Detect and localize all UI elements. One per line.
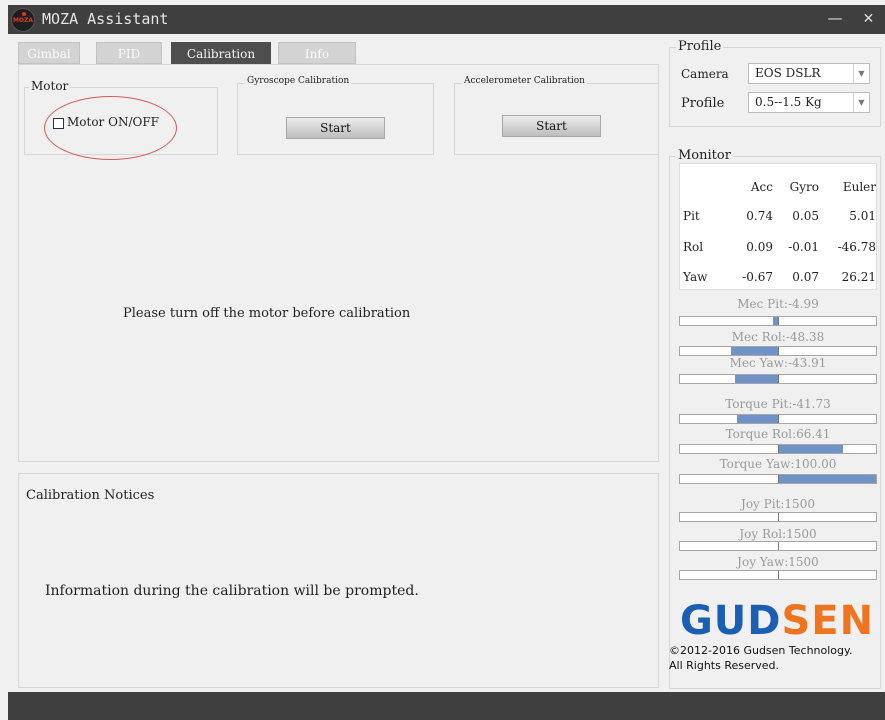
monitor-bar-label: Mec Rol:-48.38 — [731, 330, 825, 344]
column-header: Acc — [750, 180, 773, 194]
table-cell: 0.07 — [792, 270, 819, 284]
monitor-bar — [679, 374, 877, 384]
calibration-message: Please turn off the motor before calibra… — [123, 306, 411, 321]
monitor-bar-center-tick — [778, 542, 779, 550]
gudsen-logo-text: GUDSEN — [680, 598, 874, 640]
monitor-bar-label: Joy Rol:1500 — [739, 527, 817, 541]
status-bar — [8, 692, 885, 720]
tab-info[interactable]: Info — [278, 42, 356, 64]
gudsen-logo: GUDSEN — [680, 598, 874, 640]
row-label-yaw: Yaw — [683, 270, 708, 284]
monitor-group-label: Monitor — [676, 148, 733, 163]
table-cell: 0.05 — [792, 209, 819, 223]
monitor-bar — [679, 570, 877, 580]
monitor-bar-label: Mec Yaw:-43.91 — [729, 356, 827, 370]
profile-group-label: Profile — [676, 39, 724, 54]
monitor-bar-label: Torque Pit:-41.73 — [725, 397, 831, 411]
row-label-pit: Pit — [683, 209, 700, 223]
camera-select[interactable]: EOS DSLR ▼ — [748, 63, 870, 84]
profile-group — [669, 47, 881, 127]
copyright-line2: All Rights Reserved. — [669, 659, 780, 672]
monitor-bar — [679, 414, 877, 424]
title-bar: MOZA MOZA Assistant — ✕ — [8, 5, 885, 34]
profile-label: Profile — [681, 96, 725, 111]
monitor-bar-fill — [737, 415, 778, 423]
monitor-bar — [679, 474, 877, 484]
profile-select-value: 0.5--1.5 Kg — [755, 95, 822, 109]
notices-title: Calibration Notices — [26, 488, 155, 503]
table-cell: 5.01 — [849, 209, 876, 223]
monitor-bar-center-tick — [778, 347, 779, 355]
monitor-bar-fill — [778, 475, 876, 483]
column-header: Euler — [842, 180, 876, 194]
table-cell: 0.09 — [746, 240, 773, 254]
minimize-button[interactable]: — — [818, 5, 852, 34]
highlight-circle — [44, 96, 177, 160]
monitor-bar-center-tick — [778, 475, 779, 483]
accelerometer-start-button[interactable]: Start — [502, 115, 601, 137]
chevron-down-icon: ▼ — [853, 93, 869, 112]
monitor-bar — [679, 444, 877, 454]
notices-panel: Calibration Notices Information during t… — [18, 473, 659, 688]
camera-label: Camera — [681, 67, 729, 81]
monitor-bar-center-tick — [778, 513, 779, 521]
monitor-bar-center-tick — [778, 415, 779, 423]
monitor-bar-label: Joy Yaw:1500 — [737, 555, 819, 569]
chevron-down-icon: ▼ — [853, 64, 869, 83]
monitor-bar-center-tick — [778, 317, 779, 325]
profile-select[interactable]: 0.5--1.5 Kg ▼ — [748, 92, 870, 113]
monitor-bar-label: Torque Rol:66.41 — [725, 427, 831, 441]
monitor-bar-label: Joy Pit:1500 — [741, 497, 815, 511]
monitor-bar — [679, 316, 877, 326]
copyright: ©2012-2016 Gudsen Technology. All Rights… — [669, 643, 852, 673]
tab-calibration[interactable]: Calibration — [171, 42, 271, 64]
table-cell: 0.74 — [746, 209, 773, 223]
motor-group-label: Motor — [29, 79, 71, 93]
gyroscope-start-button[interactable]: Start — [286, 117, 385, 139]
monitor-bar-label: Torque Yaw:100.00 — [719, 457, 837, 471]
tab-pid[interactable]: PID — [96, 42, 162, 64]
monitor-bar-center-tick — [778, 375, 779, 383]
table-cell: -0.67 — [742, 270, 773, 284]
monitor-bar — [679, 346, 877, 356]
monitor-bar-label: Mec Pit:-4.99 — [737, 297, 819, 311]
copyright-line1: ©2012-2016 Gudsen Technology. — [669, 644, 853, 657]
gyroscope-group-label: Gyroscope Calibration — [245, 76, 352, 86]
monitor-bar — [679, 512, 877, 522]
tab-gimbal[interactable]: Gimbal — [18, 42, 80, 64]
row-label-rol: Rol — [683, 240, 704, 254]
notices-text: Information during the calibration will … — [45, 583, 419, 599]
camera-select-value: EOS DSLR — [755, 66, 821, 80]
table-cell: -0.01 — [788, 240, 819, 254]
monitor-bar-fill — [778, 445, 844, 453]
accelerometer-group-label: Accelerometer Calibration — [462, 76, 587, 86]
monitor-table: Acc Gyro Euler Pit 0.74 0.05 5.01 Rol 0.… — [679, 163, 877, 290]
window-title: MOZA Assistant — [42, 10, 169, 28]
column-header: Gyro — [789, 180, 819, 194]
moza-logo-icon: MOZA — [11, 8, 35, 32]
monitor-bar-center-tick — [778, 445, 779, 453]
table-cell: -46.78 — [837, 240, 876, 254]
monitor-bar-fill — [730, 347, 778, 355]
calibration-panel: Motor Motor ON/OFF Gyroscope Calibration… — [18, 64, 659, 462]
close-button[interactable]: ✕ — [852, 5, 885, 34]
monitor-bar-fill — [734, 375, 778, 383]
monitor-bar-center-tick — [778, 571, 779, 579]
monitor-bar — [679, 541, 877, 551]
table-cell: 26.21 — [841, 270, 876, 284]
